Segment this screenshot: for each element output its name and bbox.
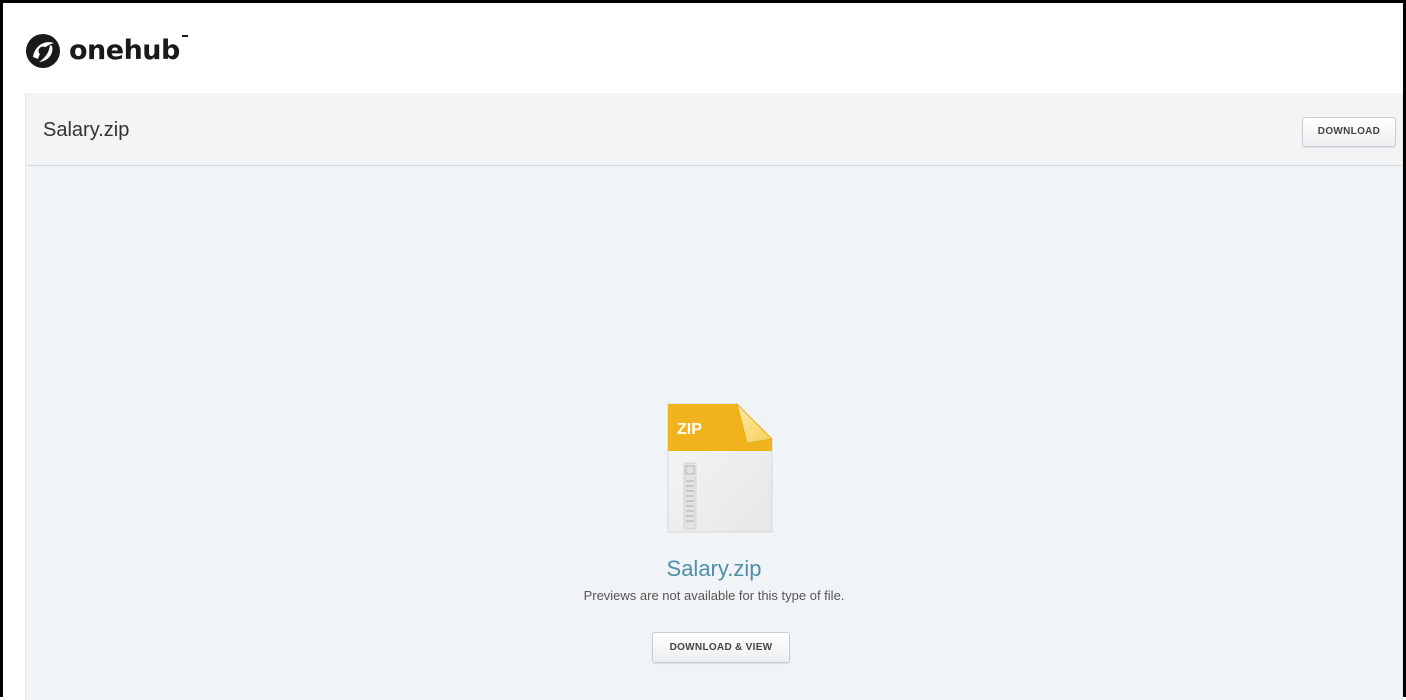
zip-file-icon: ZIP bbox=[667, 403, 773, 533]
file-title: Salary.zip bbox=[43, 119, 130, 141]
logo-trademark-mark bbox=[181, 35, 188, 37]
download-and-view-button[interactable]: DOWNLOAD & VIEW bbox=[652, 632, 790, 663]
preview-file-name: Salary.zip bbox=[666, 556, 762, 581]
top-bar: onehub bbox=[3, 3, 1403, 93]
logo-text: onehub bbox=[69, 35, 180, 66]
onehub-logo-icon bbox=[26, 34, 60, 68]
zipper-icon bbox=[683, 462, 697, 530]
preview-area: ZIP Salary.zip Previews are not availabl… bbox=[26, 167, 1402, 700]
onehub-logo[interactable]: onehub bbox=[25, 31, 188, 71]
logo-wordmark: onehub bbox=[69, 33, 188, 69]
download-button[interactable]: DOWNLOAD bbox=[1302, 117, 1396, 147]
viewer-header: Salary.zip DOWNLOAD bbox=[26, 93, 1402, 166]
file-viewer: Salary.zip DOWNLOAD ZIP Salary.zip Previ… bbox=[25, 93, 1403, 700]
preview-unavailable-message: Previews are not available for this type… bbox=[583, 588, 845, 603]
page-frame: onehub Salary.zip DOWNLOAD ZIP Salary.zi… bbox=[0, 0, 1406, 700]
zip-label: ZIP bbox=[677, 421, 702, 438]
